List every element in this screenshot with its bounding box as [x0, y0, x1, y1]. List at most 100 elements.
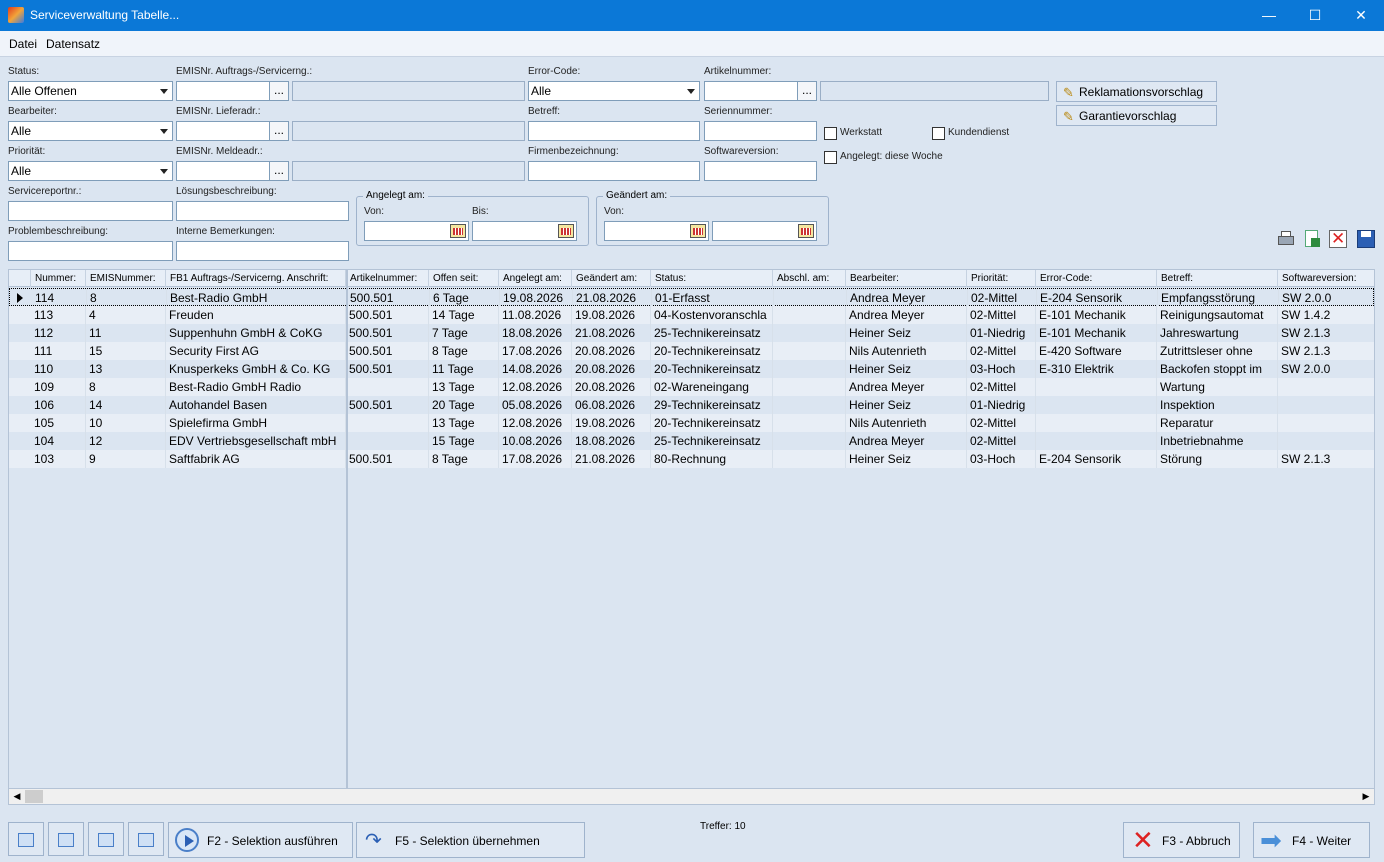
table-cell[interactable]: 109 — [31, 378, 86, 396]
column-header[interactable]: Priorität: — [967, 270, 1036, 287]
table-cell[interactable]: Andrea Meyer — [847, 289, 968, 307]
table-cell[interactable]: Backofen stoppt im — [1157, 360, 1278, 378]
prev-record-button[interactable] — [48, 822, 84, 856]
table-cell[interactable]: 01-Erfasst — [652, 289, 774, 307]
table-cell[interactable] — [1036, 378, 1157, 396]
table-cell[interactable] — [346, 432, 429, 450]
table-cell[interactable]: 500.501 — [346, 360, 429, 378]
table-cell[interactable]: Zutrittsleser ohne — [1157, 342, 1278, 360]
table-cell[interactable]: 21.08.2026 — [572, 324, 651, 342]
table-cell[interactable]: 20.08.2026 — [572, 342, 651, 360]
problem-input[interactable] — [8, 241, 173, 261]
table-cell[interactable]: 17.08.2026 — [499, 342, 572, 360]
table-row[interactable]: 106 14 Autohandel Basen 500.501 20 Tage 05.08… — [9, 396, 1374, 414]
calendar-icon[interactable] — [558, 224, 574, 238]
bearbeiter-dropdown[interactable]: Alle — [8, 121, 173, 141]
f5-button[interactable]: ↷ F5 - Selektion übernehmen — [356, 822, 585, 858]
table-cell[interactable]: Reparatur — [1157, 414, 1278, 432]
table-cell[interactable]: Heiner Seiz — [846, 450, 967, 468]
software-input[interactable] — [704, 161, 817, 181]
table-cell[interactable]: E-310 Elektrik — [1036, 360, 1157, 378]
table-cell[interactable]: 14.08.2026 — [499, 360, 572, 378]
table-cell[interactable]: SW 1.4.2 — [1278, 306, 1374, 324]
table-cell[interactable]: 01-Niedrig — [967, 396, 1036, 414]
table-cell[interactable]: 02-Mittel — [967, 306, 1036, 324]
werkstatt-checkbox[interactable] — [824, 127, 837, 140]
scroll-right-icon[interactable]: ▶ — [1358, 789, 1374, 804]
serien-input[interactable] — [704, 121, 817, 141]
calendar-icon[interactable] — [450, 224, 466, 238]
table-cell[interactable]: 12.08.2026 — [499, 378, 572, 396]
table-cell[interactable]: Jahreswartung — [1157, 324, 1278, 342]
error-code-dropdown[interactable]: Alle — [528, 81, 700, 101]
table-cell[interactable]: 6 Tage — [430, 289, 500, 307]
column-header[interactable]: Softwareversion: — [1278, 270, 1374, 287]
table-cell[interactable]: E-101 Mechanik — [1036, 324, 1157, 342]
table-cell[interactable]: 20-Technikereinsatz — [651, 360, 773, 378]
export-excel-icon[interactable] — [1302, 229, 1322, 249]
table-cell[interactable]: Suppenhuhn GmbH & CoKG — [166, 324, 346, 342]
table-cell[interactable]: SW 2.1.3 — [1278, 324, 1374, 342]
kundendienst-checkbox[interactable] — [932, 127, 945, 140]
table-row[interactable]: 109 8 Best-Radio GmbH Radio 13 Tage 12.08.20… — [9, 378, 1374, 396]
table-cell[interactable]: 02-Mittel — [967, 342, 1036, 360]
scroll-left-icon[interactable]: ◀ — [9, 789, 25, 804]
table-row[interactable]: 105 10 Spielefirma GmbH 13 Tage 12.08.2026 19… — [9, 414, 1374, 432]
firma-input[interactable] — [528, 161, 700, 181]
menu-datei[interactable]: Datei — [9, 37, 37, 51]
column-header[interactable]: FB1 Auftrags-/Servicerng. Anschrift: — [166, 270, 346, 287]
table-cell[interactable]: Inspektion — [1157, 396, 1278, 414]
table-cell[interactable]: Saftfabrik AG — [166, 450, 346, 468]
table-cell[interactable]: 113 — [31, 306, 86, 324]
table-cell[interactable]: Autohandel Basen — [166, 396, 346, 414]
f3-button[interactable]: ✕ F3 - Abbruch — [1123, 822, 1240, 858]
table-cell[interactable] — [773, 378, 846, 396]
prioritaet-dropdown[interactable]: Alle — [8, 161, 173, 181]
table-cell[interactable]: SW 2.0.0 — [1279, 289, 1374, 307]
table-cell[interactable]: 01-Niedrig — [967, 324, 1036, 342]
table-cell[interactable] — [773, 342, 846, 360]
table-cell[interactable] — [1278, 378, 1374, 396]
table-cell[interactable]: 02-Mittel — [968, 289, 1037, 307]
table-cell[interactable]: Best-Radio GmbH Radio — [166, 378, 346, 396]
column-header[interactable]: Status: — [651, 270, 773, 287]
table-row[interactable]: 111 15 Security First AG 500.501 8 Tage 17.08… — [9, 342, 1374, 360]
table-cell[interactable] — [773, 324, 846, 342]
table-cell[interactable]: 4 — [86, 306, 166, 324]
table-cell[interactable] — [1278, 396, 1374, 414]
table-cell[interactable]: 20.08.2026 — [572, 378, 651, 396]
table-cell[interactable]: 04-Kostenvoranschla — [651, 306, 773, 324]
table-cell[interactable]: Nils Autenrieth — [846, 414, 967, 432]
table-cell[interactable]: SW 2.1.3 — [1278, 342, 1374, 360]
angelegt-von-input[interactable] — [364, 221, 469, 241]
last-record-button[interactable] — [128, 822, 164, 856]
table-cell[interactable]: 21.08.2026 — [573, 289, 652, 307]
table-cell[interactable]: 104 — [31, 432, 86, 450]
table-cell[interactable]: Andrea Meyer — [846, 378, 967, 396]
table-cell[interactable]: 20-Technikereinsatz — [651, 414, 773, 432]
geaendert-von-input[interactable] — [604, 221, 709, 241]
print-icon[interactable] — [1276, 229, 1296, 249]
artikel-lookup-button[interactable]: ... — [797, 81, 817, 101]
emis-auftrag-input[interactable] — [176, 81, 270, 101]
calendar-icon[interactable] — [690, 224, 706, 238]
column-header[interactable]: Betreff: — [1157, 270, 1278, 287]
status-dropdown[interactable]: Alle Offenen — [8, 81, 173, 101]
table-cell[interactable]: SW 2.1.3 — [1278, 450, 1374, 468]
table-cell[interactable]: Heiner Seiz — [846, 324, 967, 342]
table-cell[interactable]: 20-Technikereinsatz — [651, 342, 773, 360]
table-cell[interactable]: 02-Mittel — [967, 378, 1036, 396]
table-cell[interactable]: Knusperkeks GmbH & Co. KG — [166, 360, 346, 378]
table-cell[interactable]: 29-Technikereinsatz — [651, 396, 773, 414]
table-cell[interactable]: 18.08.2026 — [572, 432, 651, 450]
table-cell[interactable]: E-420 Software — [1036, 342, 1157, 360]
table-cell[interactable]: 06.08.2026 — [572, 396, 651, 414]
table-cell[interactable]: 500.501 — [347, 289, 430, 307]
table-cell[interactable]: 19.08.2026 — [500, 289, 573, 307]
emis-melde-lookup-button[interactable]: ... — [269, 161, 289, 181]
table-cell[interactable]: Andrea Meyer — [846, 432, 967, 450]
table-cell[interactable]: 111 — [31, 342, 86, 360]
table-cell[interactable]: 21.08.2026 — [572, 450, 651, 468]
table-cell[interactable]: 14 — [86, 396, 166, 414]
table-cell[interactable]: 14 Tage — [429, 306, 499, 324]
